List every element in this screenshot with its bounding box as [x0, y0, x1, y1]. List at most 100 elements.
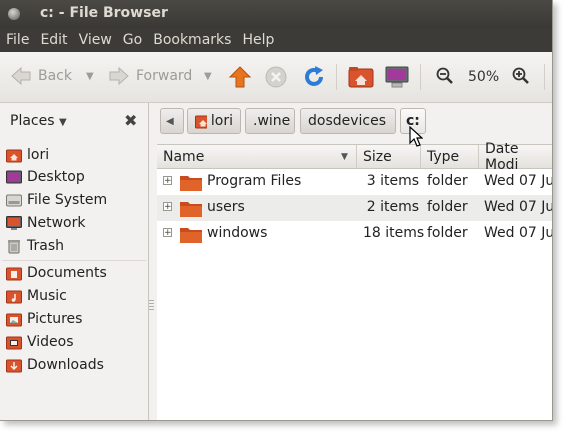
folder-icon — [180, 202, 202, 217]
sort-descending-icon: ▼ — [341, 151, 348, 162]
file-size: 18 items — [363, 225, 425, 241]
window-title: c: - File Browser — [40, 5, 168, 21]
menu-edit[interactable]: Edit — [34, 32, 72, 48]
up-arrow-icon — [228, 66, 252, 88]
sidebar-item-pictures[interactable]: Pictures — [6, 308, 82, 330]
downloads-folder-icon — [6, 357, 22, 373]
sidebar-item-label: Music — [27, 288, 67, 304]
file-name: users — [207, 199, 245, 215]
breadcrumb-dosdevices[interactable]: dosdevices — [300, 108, 396, 134]
sidebar-item-label: Trash — [27, 238, 64, 254]
home-folder-icon — [348, 67, 374, 88]
folder-icon — [180, 228, 202, 243]
stop-button[interactable] — [265, 66, 287, 88]
file-list: Name ▼ Size Type Date Modi + Program Fil… — [157, 141, 552, 420]
sidebar-item-network[interactable]: Network — [6, 212, 85, 234]
mouse-pointer-icon — [409, 126, 423, 147]
pictures-folder-icon — [6, 311, 22, 327]
network-icon — [6, 215, 22, 231]
menu-bookmarks[interactable]: Bookmarks — [147, 32, 236, 48]
file-name: windows — [207, 225, 268, 241]
zoom-in-button[interactable] — [512, 67, 530, 85]
table-row[interactable]: + Program Files 3 items folder Wed 07 Ju… — [157, 169, 552, 195]
breadcrumb-label: dosdevices — [308, 113, 387, 129]
sidebar-item-label: Downloads — [27, 357, 104, 373]
expand-icon[interactable]: + — [163, 176, 172, 186]
computer-button[interactable] — [384, 65, 410, 89]
sidebar-item-label: File System — [27, 192, 108, 208]
breadcrumb-label: lori — [210, 113, 233, 129]
path-scroll-left-button[interactable]: ◀ — [160, 108, 184, 134]
folder-icon — [180, 176, 202, 191]
computer-icon — [385, 66, 409, 88]
up-button[interactable] — [228, 65, 252, 89]
hard-drive-icon — [6, 192, 22, 208]
videos-folder-icon — [6, 334, 22, 350]
places-dropdown[interactable]: Places ▼ — [10, 113, 67, 129]
places-label: Places — [10, 113, 55, 129]
forward-button[interactable]: Forward — [108, 66, 192, 86]
sidebar-item-trash[interactable]: Trash — [6, 235, 64, 257]
menu-help[interactable]: Help — [236, 32, 279, 48]
chevron-down-icon: ▼ — [58, 117, 67, 128]
column-header-type[interactable]: Type — [421, 145, 479, 169]
sidebar-item-desktop[interactable]: Desktop — [6, 166, 85, 188]
menu-view[interactable]: View — [73, 32, 117, 48]
home-button[interactable] — [348, 65, 374, 89]
pane-resize-handle[interactable] — [149, 300, 154, 312]
sidebar-divider — [2, 260, 146, 261]
file-type: folder — [427, 199, 468, 215]
back-button[interactable]: Back — [10, 66, 72, 86]
reload-button[interactable] — [302, 65, 326, 89]
column-label: Type — [427, 148, 460, 165]
column-label: Size — [363, 148, 392, 165]
sidebar-item-label: Desktop — [27, 169, 85, 185]
window-close-icon[interactable] — [8, 8, 20, 20]
sidebar-item-videos[interactable]: Videos — [6, 331, 74, 353]
desktop-icon — [6, 169, 22, 185]
column-header-date[interactable]: Date Modi — [479, 141, 552, 173]
table-row[interactable]: + windows 18 items folder Wed 07 Jul — [157, 221, 552, 247]
toolbar-separator — [336, 64, 337, 90]
breadcrumb-wine[interactable]: .wine — [245, 108, 295, 134]
sidebar-item-file-system[interactable]: File System — [6, 189, 107, 211]
sidebar-item-label: lori — [27, 147, 50, 163]
back-history-dropdown[interactable]: ▼ — [86, 71, 94, 82]
sidebar-item-music[interactable]: Music — [6, 285, 67, 307]
column-label: Date Modi — [485, 140, 519, 173]
home-folder-icon — [195, 115, 207, 129]
documents-folder-icon — [6, 265, 22, 281]
forward-arrow-icon — [109, 66, 129, 86]
sidebar-item-lori[interactable]: lori — [6, 144, 49, 166]
column-header-size[interactable]: Size — [357, 145, 421, 169]
places-sidebar: Places ▼ ✖ lori Desktop File System Netw… — [0, 103, 149, 420]
column-header-name[interactable]: Name ▼ — [157, 145, 357, 169]
trash-icon — [6, 238, 22, 254]
breadcrumb-label: .wine — [253, 113, 291, 129]
table-row[interactable]: + users 2 items folder Wed 07 Jul — [157, 195, 552, 221]
file-size: 3 items — [366, 173, 419, 189]
chevron-left-icon: ◀ — [166, 115, 174, 127]
refresh-icon — [305, 66, 323, 86]
forward-history-dropdown[interactable]: ▼ — [204, 71, 212, 82]
toolbar: Back ▼ Forward ▼ 50% — [0, 52, 552, 103]
zoom-in-icon — [512, 67, 529, 84]
file-type: folder — [427, 225, 468, 241]
back-label: Back — [38, 68, 72, 84]
sidebar-close-icon[interactable]: ✖ — [124, 111, 137, 130]
menu-bar: File Edit View Go Bookmarks Help — [0, 28, 552, 52]
file-type: folder — [427, 173, 468, 189]
menu-file[interactable]: File — [0, 32, 34, 48]
file-date: Wed 07 Jul — [484, 225, 553, 241]
sidebar-item-documents[interactable]: Documents — [6, 262, 107, 284]
expand-icon[interactable]: + — [163, 228, 172, 238]
sidebar-item-downloads[interactable]: Downloads — [6, 354, 104, 376]
file-name: Program Files — [207, 173, 302, 189]
expand-icon[interactable]: + — [163, 202, 172, 212]
zoom-out-button[interactable] — [436, 67, 454, 85]
zoom-level[interactable]: 50% — [468, 69, 499, 85]
menu-go[interactable]: Go — [117, 32, 147, 48]
breadcrumb-lori[interactable]: lori — [187, 108, 241, 134]
zoom-out-icon — [436, 67, 453, 84]
title-bar: c: - File Browser — [0, 0, 552, 28]
